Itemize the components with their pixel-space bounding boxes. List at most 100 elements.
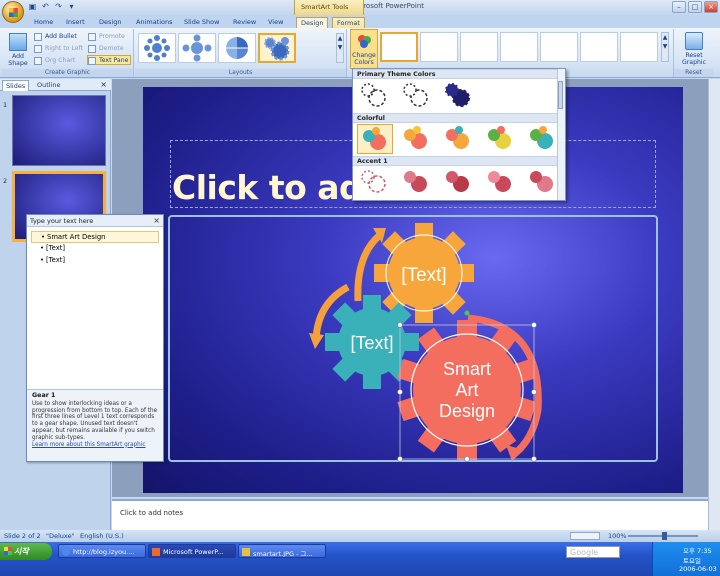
zoom-level[interactable]: 100% [608,532,627,540]
tab-insert[interactable]: Insert [66,17,85,28]
google-search-box[interactable]: Google [566,546,620,558]
description-title: Gear 1 [32,392,56,399]
promote-icon [88,33,96,41]
org-chart-button[interactable]: Org Chart [34,56,75,66]
vertical-scrollbar[interactable] [708,79,720,530]
minimize-button[interactable]: – [672,1,686,13]
color-option-colorful-1[interactable] [357,124,393,154]
tab-review[interactable]: Review [233,17,256,28]
tab-animations[interactable]: Animations [136,17,173,28]
add-shape-icon [9,33,27,51]
color-option-accent-2[interactable] [399,167,435,197]
color-option-colorful-5[interactable] [525,124,561,154]
section-primary-theme-colors: Primary Theme Colors [353,69,558,79]
gear-large-text-line1[interactable]: Smart [443,359,491,379]
change-colors-button[interactable]: Change Colors [350,29,378,69]
status-language[interactable]: English (U.S.) [80,532,124,540]
color-option-colorful-3[interactable] [441,124,477,154]
promote-button[interactable]: Promote [88,32,125,42]
color-option-accent-4[interactable] [483,167,519,197]
slide-thumbnail-1[interactable] [12,95,106,166]
add-bullet-button[interactable]: Add Bullet [34,32,77,42]
layouts-gallery-scroll[interactable]: ▲ ▼ [336,33,344,63]
text-pane-item[interactable]: [Text] [31,255,163,267]
office-button[interactable] [2,1,24,23]
demote-label: Demote [99,45,124,52]
tab-view[interactable]: View [268,17,283,28]
style-option-4[interactable] [500,32,538,62]
learn-more-link[interactable]: Learn more about this SmartArt graphic [32,442,145,448]
text-pane-icon [88,57,96,65]
layout-option-cluster[interactable] [178,33,216,63]
org-chart-label: Org Chart [45,57,76,64]
style-option-3[interactable] [460,32,498,62]
system-tray: 오후 7:35 토요일 2006-06-03 [652,542,720,576]
style-option-5[interactable] [540,32,578,62]
tab-smartart-design[interactable]: Design [296,17,329,28]
add-shape-label: Add Shape [8,53,28,67]
view-buttons[interactable] [570,532,600,540]
color-option-primary-1[interactable] [357,81,393,111]
smartart-tools-label: SmartArt Tools [294,0,364,15]
demote-button[interactable]: Demote [88,44,124,54]
close-button[interactable]: × [704,1,718,13]
task-image-viewer[interactable]: smartart.JPG - 그... [238,544,326,558]
add-bullet-icon [34,33,42,41]
notes-pane[interactable]: Click to add notes [112,499,708,530]
text-pane-close-icon[interactable]: × [153,216,160,225]
gear-large-text-line2[interactable]: Art [455,380,478,400]
dropdown-scroll-thumb[interactable] [558,81,563,109]
color-option-colorful-4[interactable] [483,124,519,154]
add-shape-button[interactable]: Add Shape [6,33,30,67]
tab-slide-show[interactable]: Slide Show [184,17,219,28]
tab-home[interactable]: Home [34,17,53,28]
layout-option-radial[interactable] [138,33,176,63]
styles-gallery-scroll[interactable]: ▲ ▼ [661,32,669,62]
reset-graphic-button[interactable]: Reset Graphic [677,32,711,66]
add-bullet-label: Add Bullet [45,33,77,40]
zoom-slider-thumb[interactable] [662,532,667,540]
task-powerpoint[interactable]: Microsoft PowerP... [148,544,236,558]
text-pane-item[interactable]: Smart Art Design [31,231,159,243]
style-option-2[interactable] [420,32,458,62]
status-bar: Slide 2 of 2 "Deluxe" English (U.S.) 100… [0,530,720,542]
tab-outline[interactable]: Outline [34,80,64,91]
gear-left-text[interactable]: [Text] [350,333,393,353]
tab-design[interactable]: Design [99,17,121,28]
style-option-7[interactable] [620,32,658,62]
restore-button[interactable]: □ [688,1,702,13]
color-option-primary-2[interactable] [399,81,435,111]
layout-gear-icon [264,37,290,61]
clock-day: 토요일 [683,557,701,565]
pane-tabs: Slides Outline × [0,79,111,91]
layout-cluster-icon [182,34,212,62]
color-option-accent-1[interactable] [357,167,393,197]
tab-smartart-format[interactable]: Format [332,17,365,28]
start-button[interactable]: 시작 [0,543,52,560]
notes-placeholder: Click to add notes [120,509,183,517]
pane-close-icon[interactable]: × [100,80,107,89]
reset-graphic-label: Reset Graphic [681,52,707,66]
task-browser[interactable]: http://blog.izyou.... [58,544,146,558]
color-option-primary-3[interactable] [441,81,477,111]
tab-slides[interactable]: Slides [2,80,30,91]
color-option-colorful-2[interactable] [399,124,435,154]
text-pane-item[interactable]: [Text] [31,243,163,255]
reset-graphic-icon [685,32,703,50]
windows-taskbar: 시작 http://blog.izyou.... Microsoft Power… [0,542,720,576]
change-colors-icon [355,32,373,50]
change-colors-label: Change Colors [352,52,376,66]
gear-large-text-line3[interactable]: Design [439,401,495,421]
text-pane-button[interactable]: Text Pane [87,55,132,65]
description-body: Use to show interlocking ideas or a prog… [32,400,158,441]
smartart-gears: [Text] [Text] Smart Art Design [309,223,542,462]
style-option-1[interactable] [380,32,418,62]
right-to-left-button[interactable]: Right to Left [34,44,83,54]
style-option-6[interactable] [580,32,618,62]
layout-option-gear[interactable] [258,33,296,63]
layout-option-pie[interactable] [218,33,256,63]
color-option-accent-5[interactable] [525,167,561,197]
color-option-accent-3[interactable] [441,167,477,197]
status-theme: "Deluxe" [46,532,75,540]
gear-top-text[interactable]: [Text] [401,265,446,286]
